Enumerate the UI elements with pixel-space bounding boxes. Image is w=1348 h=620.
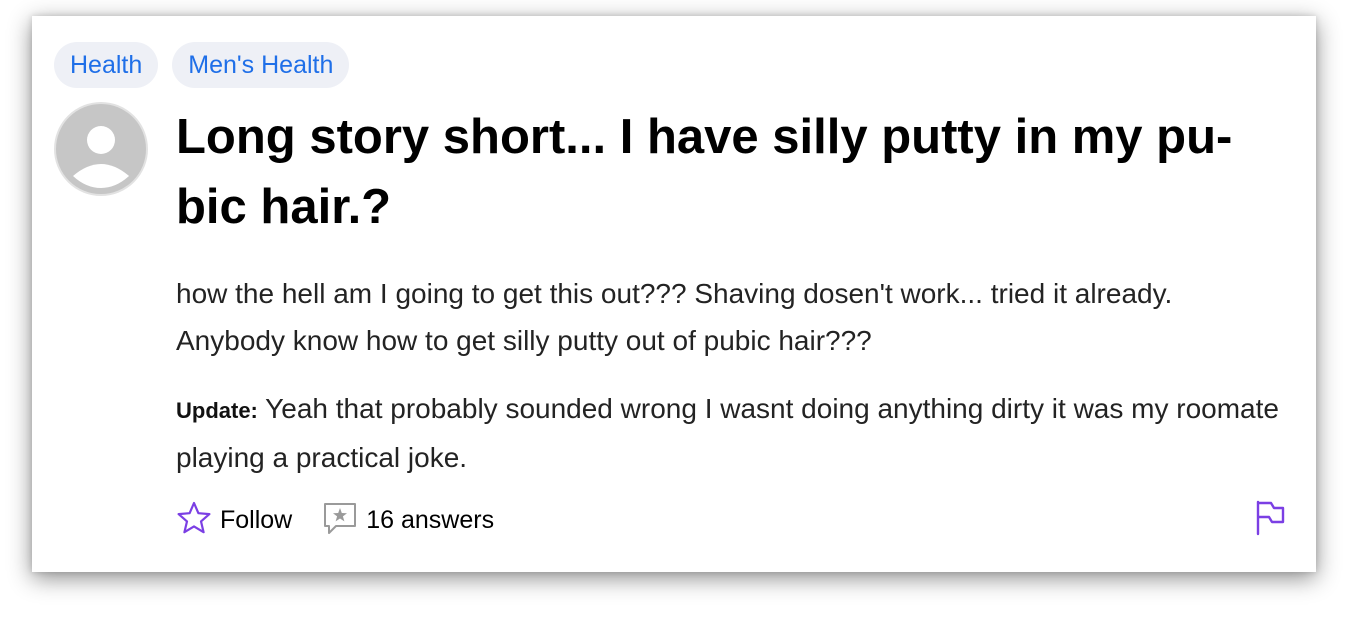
answers-button[interactable]: 16 answers [322,500,494,541]
question-actions: Follow 16 answers [176,500,494,540]
answers-count: 16 answers [366,505,495,534]
question-body: how the hell am I going to get this out?… [176,278,1173,356]
report-flag-icon[interactable] [1254,498,1288,538]
tag-health[interactable]: Health [54,42,159,88]
category-tags: Health Men's Health [54,42,350,88]
question-title: Long story short... I have silly putty i… [176,110,1233,234]
tag-mens-health[interactable]: Men's Health [172,42,350,88]
question-update: Update: Yeah that probably sounded wrong… [176,385,1286,481]
star-outline-icon [176,500,212,541]
update-label: Update: [176,398,258,423]
follow-label: Follow [220,505,293,534]
answer-bubble-icon [322,500,358,541]
question-card: Health Men's Health Long story short... … [32,16,1316,572]
update-text: Yeah that probably sounded wrong I wasnt… [176,393,1279,473]
follow-button[interactable]: Follow [176,500,292,541]
user-avatar-icon[interactable] [54,102,148,196]
